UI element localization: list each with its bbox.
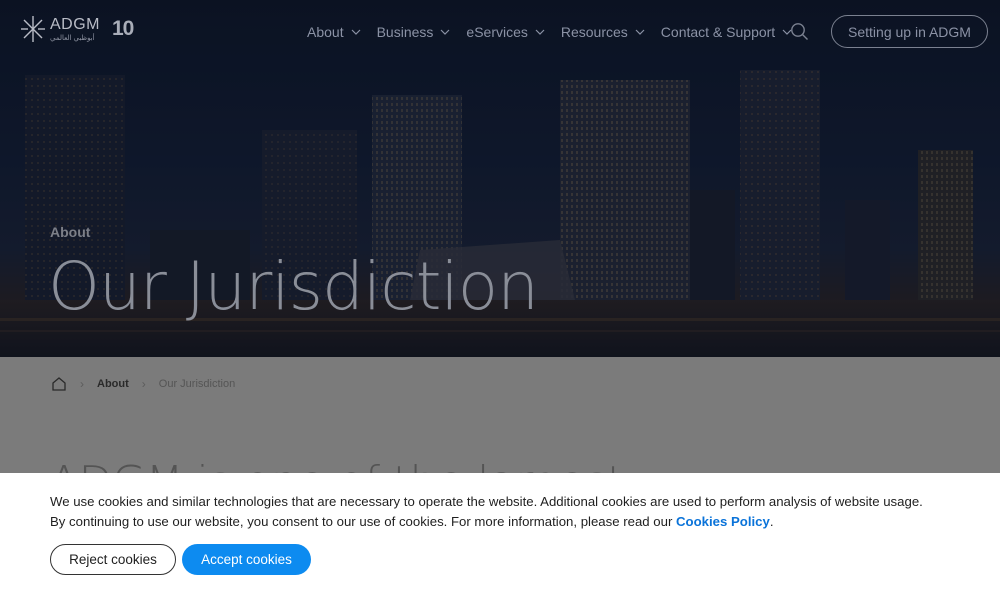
home-icon[interactable] xyxy=(51,376,67,392)
adgm-mark-icon xyxy=(21,16,45,42)
chevron-down-icon xyxy=(351,29,361,35)
nav-item-business[interactable]: Business xyxy=(377,22,451,42)
setting-up-button[interactable]: Setting up in ADGM xyxy=(831,15,988,48)
breadcrumb-current: Our Jurisdiction xyxy=(158,378,236,390)
nav-item-resources[interactable]: Resources xyxy=(561,22,645,42)
nav-item-contact-support[interactable]: Contact & Support xyxy=(661,22,792,42)
accept-cookies-button[interactable]: Accept cookies xyxy=(182,544,311,575)
main-content: › About › Our Jurisdiction ADGM is one o… xyxy=(0,357,1000,473)
cookie-message: We use cookies and similar technologies … xyxy=(50,492,960,532)
site-header: ADGM أبوظبي العالمي 10 About Business eS… xyxy=(0,0,1000,64)
section-heading: ADGM is one of the largest xyxy=(49,457,624,473)
chevron-down-icon xyxy=(440,29,450,35)
main-nav: About Business eServices Resources Conta… xyxy=(307,22,808,42)
nav-label: About xyxy=(307,24,344,40)
adgm-logo[interactable]: ADGM أبوظبي العالمي 10 xyxy=(20,14,134,44)
cookie-text-line2: By continuing to use our website, you co… xyxy=(50,514,677,529)
cookie-banner: We use cookies and similar technologies … xyxy=(0,473,1000,594)
cookie-text-suffix: . xyxy=(769,514,774,529)
reject-cookies-button[interactable]: Reject cookies xyxy=(50,544,176,575)
search-icon[interactable] xyxy=(790,22,809,41)
logo-arabic-text: أبوظبي العالمي xyxy=(50,34,95,42)
chevron-down-icon xyxy=(535,29,545,35)
cookie-text-line1: We use cookies and similar technologies … xyxy=(50,494,923,509)
nav-item-about[interactable]: About xyxy=(307,22,361,42)
breadcrumb-link-about[interactable]: About xyxy=(97,378,129,390)
cookies-policy-link[interactable]: Cookies Policy xyxy=(676,514,770,529)
chevron-right-icon: › xyxy=(141,377,146,391)
nav-item-eservices[interactable]: eServices xyxy=(466,22,545,42)
anniversary-badge: 10 xyxy=(112,17,134,40)
chevron-down-icon xyxy=(635,29,645,35)
logo-wordmark: ADGM xyxy=(50,15,100,33)
nav-label: Contact & Support xyxy=(660,24,776,40)
nav-label: Resources xyxy=(560,24,628,40)
page-title: Our Jurisdiction xyxy=(48,248,539,325)
hero-eyebrow: About xyxy=(50,224,91,240)
breadcrumb: › About › Our Jurisdiction xyxy=(51,376,235,392)
nav-label: eServices xyxy=(466,24,528,40)
nav-label: Business xyxy=(376,24,434,40)
chevron-right-icon: › xyxy=(80,377,84,391)
